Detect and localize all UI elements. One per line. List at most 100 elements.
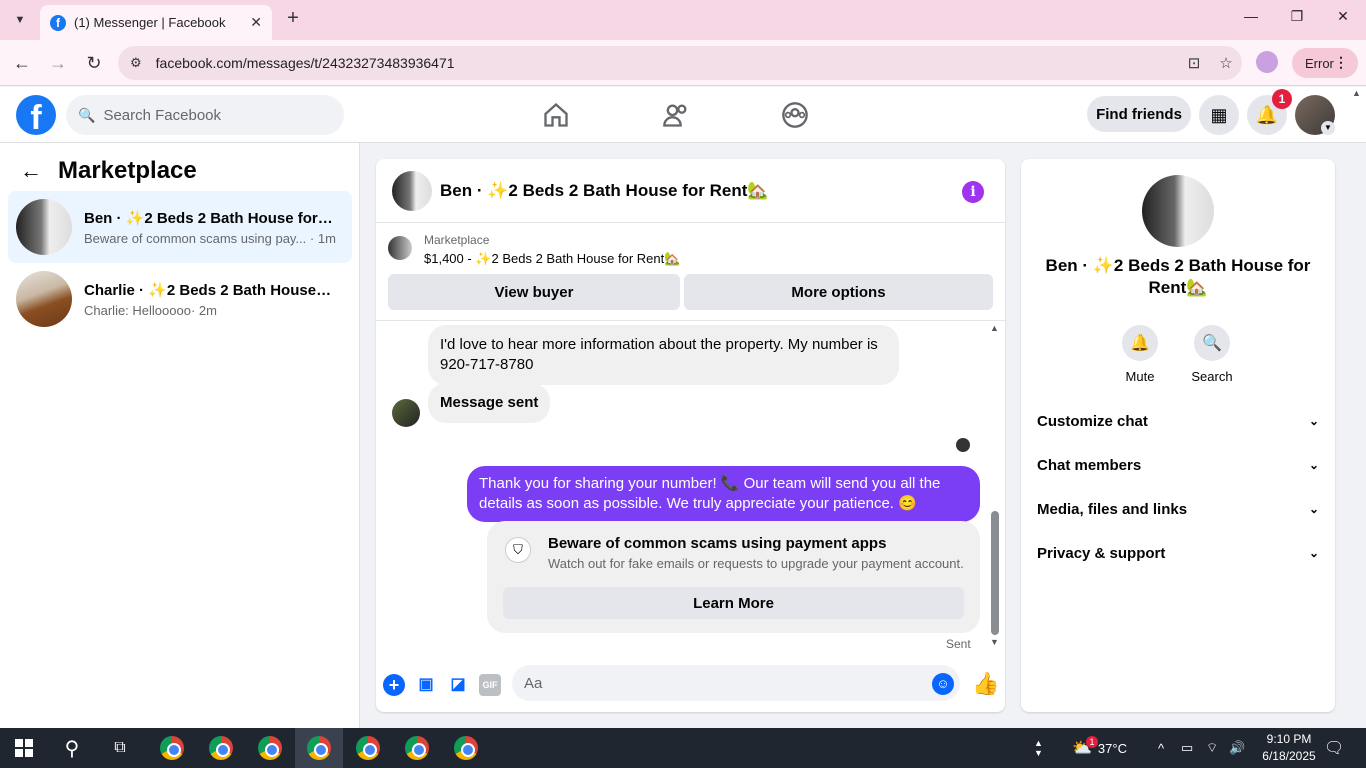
browser-tab-messenger[interactable]: f (1) Messenger | Facebook ✕ [40,5,272,40]
attach-photo-icon[interactable]: ▣ [415,674,437,696]
thumbs-up-icon[interactable]: 👍 [972,671,999,697]
chevron-down-icon: ⌄ [1308,546,1319,560]
page-scroll-up-icon[interactable]: ▲ [1352,88,1361,98]
view-buyer-button[interactable]: View buyer [388,274,680,310]
windows-start-icon[interactable] [0,728,48,768]
scam-warning-card: ⛉ Beware of common scams using payment a… [487,521,980,633]
url-text[interactable]: facebook.com/messages/t/2432327348393647… [156,55,1178,71]
menu-grid-icon[interactable]: ▦ [1199,95,1239,135]
sent-status: Sent [946,637,971,651]
listing-thumbnail[interactable] [388,236,412,260]
thread-scrollbar-thumb[interactable] [991,511,999,635]
marketplace-label: Marketplace [424,233,490,247]
conversation-preview: Charlie: Hellooooo [84,302,191,318]
facebook-search-input[interactable]: 🔍 Search Facebook [66,95,344,135]
mute-label: Mute [1125,369,1155,384]
system-clock[interactable]: 9:10 PM 6/18/2025 [1256,731,1322,765]
message-composer: + ▣ ◪ GIF ☺ 👍 [376,662,1005,712]
more-options-button[interactable]: More options [684,274,993,310]
chevron-down-icon: ⌄ [1308,458,1319,472]
conversation-avatar [16,199,72,255]
facebook-logo-icon[interactable]: f [16,95,56,135]
conversation-avatar [16,271,72,327]
scam-warning-description: Watch out for fake emails or requests to… [548,556,964,571]
new-tab-icon[interactable]: + [282,8,304,30]
chrome-taskbar-icon[interactable] [442,728,490,768]
conversation-item[interactable]: Charlie · ✨2 Beds 2 Bath House fo... Cha… [8,263,352,335]
wifi-icon[interactable]: ⌔ [1206,728,1218,768]
chrome-taskbar-icon[interactable] [148,728,196,768]
media-files-links-section[interactable]: Media, files and links ⌄ [1037,489,1319,529]
section-label: Privacy & support [1037,544,1166,562]
profile-error-button[interactable]: Error ⋮ [1292,48,1358,78]
weather-temperature: 37°C [1097,740,1127,756]
battery-icon[interactable]: ▭ [1181,728,1193,768]
panel-title: Marketplace [58,157,197,184]
bookmark-star-icon[interactable]: ☆ [1210,54,1242,72]
thread-scroll-up-icon[interactable]: ▲ [990,323,999,333]
chrome-taskbar-icon[interactable] [295,728,343,768]
minimize-icon[interactable]: — [1228,8,1274,24]
listing-title-price[interactable]: $1,400 - ✨2 Beds 2 Bath House for Rent🏡 [424,251,680,267]
facebook-top-nav: f 🔍 Search Facebook Find friends ▦ 🔔 1 ▼ [0,87,1366,143]
conversation-item[interactable]: Ben · ✨2 Beds 2 Bath House for R... Bewa… [8,191,352,263]
chevron-down-icon: ⌄ [1308,414,1319,428]
weather-widget[interactable]: ⛅ 1 37°C [1072,728,1127,768]
profile-error-label: Error [1305,55,1334,71]
add-more-icon[interactable]: + [383,674,405,696]
maximize-icon[interactable]: ❐ [1274,8,1320,25]
chrome-taskbar-icon[interactable] [246,728,294,768]
thread-scroll-down-icon[interactable]: ▼ [990,637,999,647]
install-app-icon[interactable]: ⊡ [1178,54,1210,72]
back-icon[interactable]: ← [10,51,34,75]
omnibox[interactable]: ⚙ facebook.com/messages/t/24323273483936… [118,46,1242,80]
search-icon[interactable]: ⚲ [48,728,96,768]
taskbar-scroll-icon[interactable]: ▲ ▼ [1034,728,1043,768]
notification-center-icon[interactable]: 🗨 [1324,728,1344,768]
shield-icon: ⛉ [505,537,531,563]
forward-icon[interactable]: → [46,51,70,75]
message-input[interactable] [512,665,960,701]
chat-header-avatar[interactable] [392,171,432,211]
chrome-taskbar-icon[interactable] [197,728,245,768]
task-view-icon[interactable]: ⧉ [96,728,144,768]
groups-icon[interactable] [781,101,809,129]
close-window-icon[interactable]: ✕ [1320,8,1366,25]
reload-icon[interactable]: ↻ [82,51,106,75]
scam-warning-title: Beware of common scams using payment app… [548,535,887,552]
privacy-support-section[interactable]: Privacy & support ⌄ [1037,533,1319,573]
show-hidden-icons-icon[interactable]: ^ [1158,728,1164,768]
browser-menu-icon[interactable]: ⋮ [1334,54,1348,71]
browser-tab-bar: ▼ f (1) Messenger | Facebook ✕ + — ❐ ✕ [0,0,1366,40]
extension-icon[interactable] [1256,51,1278,73]
bell-icon: 🔔 [1122,325,1158,361]
home-icon[interactable] [542,101,570,129]
site-settings-icon[interactable]: ⚙ [130,55,142,71]
windows-taskbar: ⚲ ⧉ ▲ ▼ ⛅ 1 37°C ^ ▭ ⌔ 🔊 9:10 PM 6/18/202… [0,728,1366,768]
chat-members-section[interactable]: Chat members ⌄ [1037,445,1319,485]
mute-action[interactable]: 🔔 Mute [1110,325,1170,384]
chrome-taskbar-icon[interactable] [344,728,392,768]
search-icon: 🔍 [78,106,96,123]
learn-more-button[interactable]: Learn More [503,587,964,619]
contact-avatar[interactable] [1142,175,1214,247]
section-label: Chat members [1037,456,1142,474]
sender-avatar[interactable] [392,399,420,427]
sticker-icon[interactable]: ◪ [447,674,469,696]
conversation-info-icon[interactable]: i [962,181,984,203]
gif-icon[interactable]: GIF [479,674,501,696]
chat-header-name[interactable]: Ben · ✨2 Beds 2 Bath House for Rent🏡 [440,181,769,201]
search-action[interactable]: 🔍 Search [1182,325,1242,384]
account-chevron-down-icon[interactable]: ▼ [1321,121,1335,135]
close-tab-icon[interactable]: ✕ [250,14,262,31]
tab-search-dropdown-icon[interactable]: ▼ [8,8,32,32]
volume-icon[interactable]: 🔊 [1229,728,1245,768]
emoji-icon[interactable]: ☺ [932,673,954,695]
find-friends-button[interactable]: Find friends [1087,96,1191,132]
back-arrow-icon[interactable]: ← [20,158,42,184]
conversation-time: · 2m [190,302,217,318]
chrome-taskbar-icon[interactable] [393,728,441,768]
customize-chat-section[interactable]: Customize chat ⌄ [1037,401,1319,441]
chat-panel: Ben · ✨2 Beds 2 Bath House for Rent🏡 i M… [376,159,1005,712]
friends-icon[interactable] [662,101,690,129]
